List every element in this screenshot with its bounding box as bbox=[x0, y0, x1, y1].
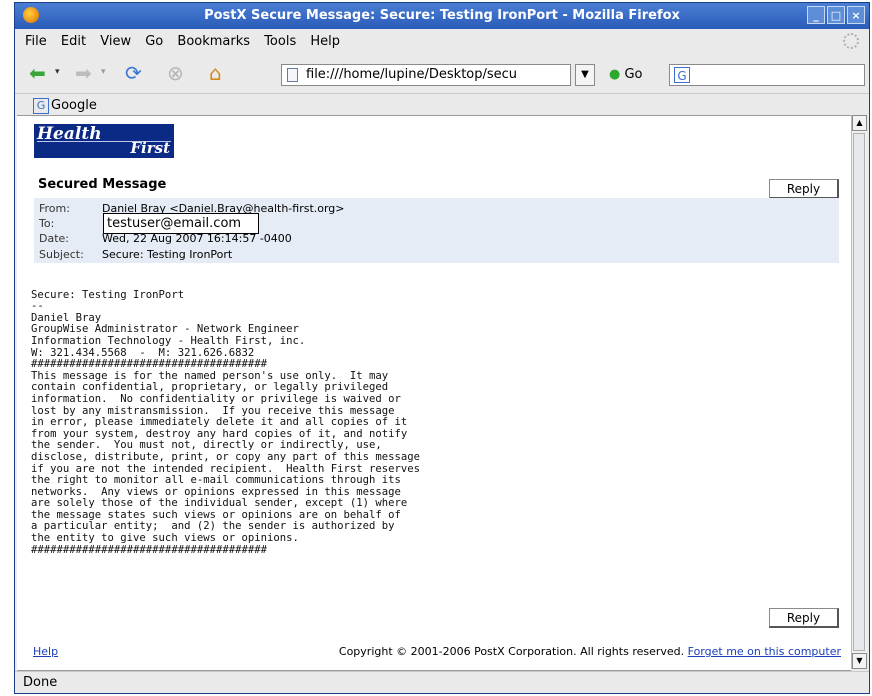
date-label: Date: bbox=[39, 232, 69, 245]
subject-value: Secure: Testing IronPort bbox=[102, 248, 233, 261]
health-first-logo: Health First bbox=[34, 124, 174, 158]
body-line: the entity to give such views or opinion… bbox=[31, 532, 299, 545]
copyright-line: Copyright © 2001-2006 PostX Corporation.… bbox=[339, 645, 841, 658]
menu-view[interactable]: View bbox=[100, 34, 131, 49]
to-row: To: bbox=[39, 217, 102, 230]
body-line: Secure: Testing IronPort bbox=[31, 288, 185, 301]
google-search-icon: G bbox=[674, 67, 690, 83]
page-content: Health First Secured Message Reply From:… bbox=[17, 115, 851, 671]
window-title: PostX Secure Message: Secure: Testing Ir… bbox=[204, 8, 680, 23]
back-icon[interactable]: ⬅ bbox=[29, 61, 46, 85]
secured-message-heading: Secured Message bbox=[38, 177, 167, 192]
menu-file[interactable]: File bbox=[25, 34, 47, 49]
scroll-thumb[interactable] bbox=[853, 133, 865, 651]
close-button[interactable]: × bbox=[847, 6, 865, 24]
menu-bookmarks[interactable]: Bookmarks bbox=[177, 34, 250, 49]
menu-help[interactable]: Help bbox=[310, 34, 340, 49]
go-icon: ● bbox=[609, 67, 621, 82]
body-line: ##################################### bbox=[31, 543, 267, 556]
url-dropdown-icon[interactable]: ▼ bbox=[575, 64, 595, 86]
body-line: disclose, distribute, print, or copy any… bbox=[31, 450, 421, 463]
go-label: Go bbox=[624, 67, 643, 82]
navigation-toolbar: ⬅ ▾ ➡ ▾ ⟳ ⊗ ⌂ file:///home/lupine/Deskto… bbox=[15, 55, 869, 91]
message-body: Secure: Testing IronPort -- Daniel Bray Gro… bbox=[31, 278, 420, 579]
logo-text-first: First bbox=[130, 139, 170, 157]
subject-label: Subject: bbox=[39, 248, 84, 261]
menu-go[interactable]: Go bbox=[145, 34, 163, 49]
help-link[interactable]: Help bbox=[33, 645, 58, 658]
forward-icon[interactable]: ➡ bbox=[75, 61, 92, 85]
search-box[interactable]: G bbox=[669, 64, 865, 86]
menu-tools[interactable]: Tools bbox=[264, 34, 296, 49]
bookmarks-toolbar: G Google bbox=[15, 93, 869, 116]
subject-row: Subject: Secure: Testing IronPort bbox=[39, 248, 232, 261]
forward-dropdown-icon[interactable]: ▾ bbox=[101, 67, 106, 77]
url-bar[interactable]: file:///home/lupine/Desktop/secu bbox=[281, 64, 571, 86]
back-dropdown-icon[interactable]: ▾ bbox=[55, 67, 60, 77]
title-bar: PostX Secure Message: Secure: Testing Ir… bbox=[15, 3, 869, 29]
body-line: the right to monitor all e-mail communic… bbox=[31, 474, 401, 487]
status-text: Done bbox=[23, 675, 58, 690]
vertical-scrollbar[interactable]: ▲ ▼ bbox=[851, 115, 867, 669]
scroll-up-icon[interactable]: ▲ bbox=[852, 115, 867, 131]
scroll-down-icon[interactable]: ▼ bbox=[852, 653, 867, 669]
body-line: Information Technology - Health First, i… bbox=[31, 334, 306, 347]
reply-button-top[interactable]: Reply bbox=[769, 179, 839, 199]
stop-icon[interactable]: ⊗ bbox=[167, 61, 184, 85]
to-label: To: bbox=[39, 217, 55, 230]
home-icon[interactable]: ⌂ bbox=[209, 61, 222, 85]
google-bookmark-icon: G bbox=[33, 98, 49, 114]
from-label: From: bbox=[39, 202, 70, 215]
browser-window: PostX Secure Message: Secure: Testing Ir… bbox=[14, 2, 870, 694]
forget-me-link[interactable]: Forget me on this computer bbox=[688, 645, 841, 658]
menu-bar: File Edit View Go Bookmarks Tools Help bbox=[15, 31, 869, 53]
recipient-redaction-label: testuser@email.com bbox=[103, 213, 259, 234]
url-text: file:///home/lupine/Desktop/secu bbox=[306, 67, 518, 82]
body-line: ##################################### bbox=[31, 358, 267, 371]
status-bar: Done bbox=[15, 671, 869, 694]
page-icon bbox=[287, 68, 298, 82]
google-bookmark[interactable]: Google bbox=[51, 98, 97, 113]
body-line: information. No confidentiality or privi… bbox=[31, 392, 401, 405]
menu-edit[interactable]: Edit bbox=[61, 34, 86, 49]
minimize-button[interactable]: _ bbox=[807, 6, 825, 24]
reload-icon[interactable]: ⟳ bbox=[125, 61, 142, 85]
go-button[interactable]: ● Go bbox=[609, 67, 643, 82]
maximize-button[interactable]: □ bbox=[827, 6, 845, 24]
body-line: in error, please immediately delete it a… bbox=[31, 416, 408, 429]
throbber-icon bbox=[843, 33, 859, 49]
reply-button-bottom[interactable]: Reply bbox=[769, 608, 839, 628]
copyright-text: Copyright © 2001-2006 PostX Corporation.… bbox=[338, 645, 685, 658]
